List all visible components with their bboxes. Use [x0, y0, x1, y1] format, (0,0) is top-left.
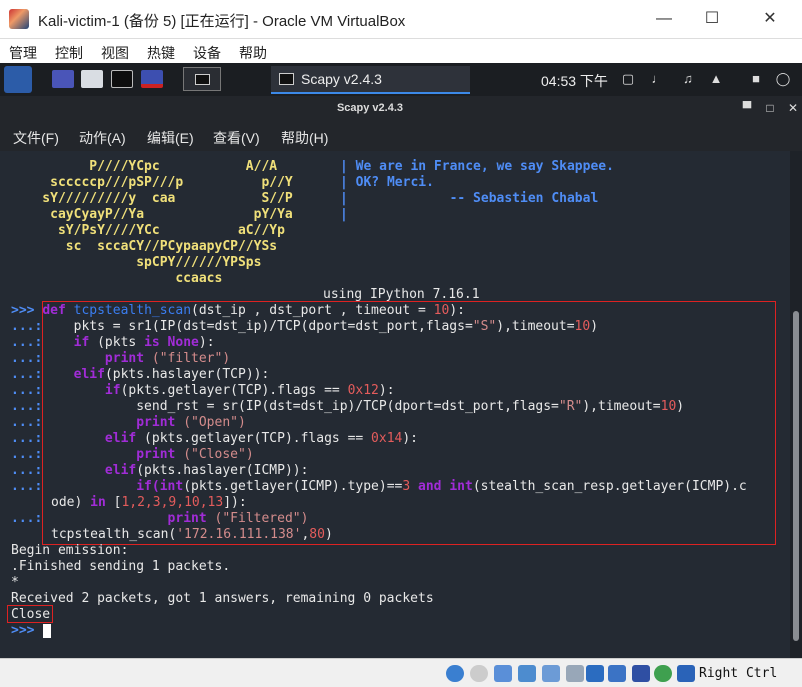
network-adapter-icon[interactable] [518, 665, 536, 682]
menu-hotkey[interactable]: 热键 [147, 43, 175, 63]
keyboard-capture-icon[interactable] [677, 665, 695, 682]
close-button[interactable]: ✕ [756, 6, 784, 32]
input-prompt-line[interactable]: >>> [11, 623, 34, 639]
cpu-icon[interactable] [632, 665, 650, 682]
code-highlight-box [42, 301, 776, 545]
taskbar-active-scapy[interactable]: Scapy v2.4.3 [271, 66, 470, 94]
optical-drive-icon[interactable] [446, 665, 464, 682]
screen-recorder-icon[interactable] [141, 70, 163, 88]
menu-devices[interactable]: 设备 [193, 43, 221, 63]
network-icon[interactable]: ▲ [708, 71, 724, 87]
terminal-icon [279, 73, 294, 85]
terminal-menu-edit[interactable]: 编辑(E) [147, 128, 194, 148]
output-line: .Finished sending 1 packets. [11, 559, 231, 574]
power-icon[interactable]: ◯ [775, 71, 791, 87]
terminal-title: Scapy v2.4.3 [336, 102, 404, 114]
maximize-button[interactable]: ☐ [698, 6, 726, 32]
terminal-menu-view[interactable]: 查看(V) [213, 128, 260, 148]
shared-folder-icon[interactable] [566, 665, 584, 682]
output-line: Begin emission: [11, 543, 129, 558]
virtualbox-logo-icon [9, 9, 29, 29]
text-cursor [43, 624, 51, 638]
menu-control[interactable]: 控制 [55, 43, 83, 63]
terminal-menu-file[interactable]: 文件(F) [13, 128, 59, 148]
terminal-launcher-icon[interactable] [111, 70, 133, 88]
banner-line: spCPY//////YPSps [11, 255, 262, 270]
taskbar-terminal-window[interactable] [183, 67, 221, 91]
usb-icon[interactable] [542, 665, 560, 682]
terminal-output[interactable]: P////YCpc A//A scccccp///pSP///p p//Y sY… [0, 151, 790, 658]
guest-clock[interactable]: 04:53 下午 [541, 71, 608, 91]
quote-line: | OK? Merci. [340, 175, 434, 190]
menu-help[interactable]: 帮助 [239, 43, 267, 63]
minimize-button[interactable]: — [650, 6, 678, 32]
output-line: * [11, 575, 19, 590]
terminal-menu-action[interactable]: 动作(A) [79, 128, 126, 148]
banner-line: sc sccaCY//PCypaapyCP//YSs [11, 239, 278, 254]
hard-disk-icon[interactable] [494, 665, 512, 682]
result-highlight-box [7, 605, 53, 623]
display-icon[interactable] [586, 665, 604, 682]
notification-bell-icon[interactable]: ♫ [680, 71, 696, 87]
file-manager-icon[interactable] [81, 70, 103, 88]
quote-line: | -- Sebastien Chabal [340, 191, 599, 206]
menu-manage[interactable]: 管理 [9, 43, 37, 63]
banner-line: cayCyayP//Ya pY/Ya [11, 207, 293, 222]
terminal-menu-help[interactable]: 帮助(H) [281, 128, 328, 148]
menu-view[interactable]: 视图 [101, 43, 129, 63]
guest-additions-icon[interactable] [654, 665, 672, 682]
lock-icon[interactable]: ■ [748, 71, 764, 87]
window-title: Kali-victim-1 (备份 5) [正在运行] - Oracle VM … [38, 13, 406, 30]
audio-icon[interactable] [470, 665, 488, 682]
quote-line: | [340, 207, 348, 222]
terminal-maximize-button[interactable]: □ [763, 101, 777, 115]
display-icon[interactable]: ▢ [620, 71, 636, 87]
video-capture-icon[interactable] [608, 665, 626, 682]
active-task-label: Scapy v2.4.3 [301, 71, 382, 87]
banner-line: sY/////////y caa S//P [11, 191, 293, 206]
banner-line: ccaacs [11, 271, 223, 286]
terminal-scrollbar[interactable] [790, 151, 802, 658]
terminal-title-bar: Scapy v2.4.3 ▀ □ ✕ [0, 96, 802, 121]
host-key-label: Right Ctrl [699, 666, 778, 681]
terminal-minimize-button[interactable]: ▀ [740, 101, 754, 115]
scrollbar-thumb[interactable] [793, 311, 799, 641]
host-status-bar: Right Ctrl [0, 658, 802, 687]
kali-menu-icon[interactable] [4, 66, 32, 93]
guest-top-panel: Scapy v2.4.3 04:53 下午 ▢ ♩ ♫ ▲ ■ ◯ [0, 63, 802, 96]
host-menubar: 管理 控制 视图 热键 设备 帮助 [0, 39, 802, 63]
banner-line: scccccp///pSP///p p//Y [11, 175, 293, 190]
banner-line: sY/PsY////YCc aC//Yp [11, 223, 285, 238]
terminal-close-button[interactable]: ✕ [786, 101, 800, 115]
output-line: Received 2 packets, got 1 answers, remai… [11, 591, 434, 606]
host-title-bar: Kali-victim-1 (备份 5) [正在运行] - Oracle VM … [0, 0, 802, 39]
terminal-menubar: 文件(F) 动作(A) 编辑(E) 查看(V) 帮助(H) [0, 121, 802, 151]
quote-line: | We are in France, we say Skappee. [340, 159, 614, 174]
terminal-window: Scapy v2.4.3 ▀ □ ✕ 文件(F) 动作(A) 编辑(E) 查看(… [0, 96, 802, 658]
workspace-icon[interactable] [52, 70, 74, 88]
banner-line: P////YCpc A//A [11, 159, 278, 174]
volume-icon[interactable]: ♩ [650, 71, 666, 87]
